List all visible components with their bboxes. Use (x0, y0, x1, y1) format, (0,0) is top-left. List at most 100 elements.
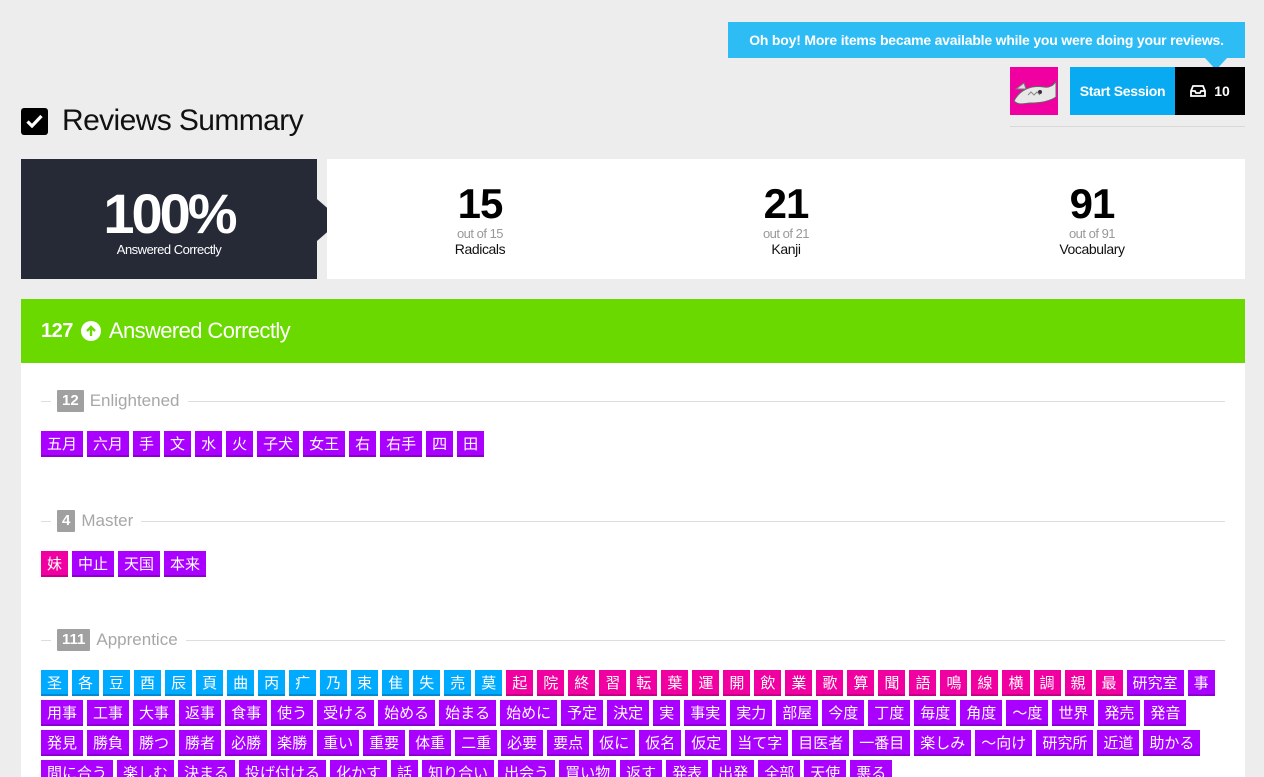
vocabulary-item[interactable]: 右 (349, 431, 377, 457)
review-queue-button[interactable]: 10 (1175, 67, 1245, 115)
radical-item[interactable]: 辰 (165, 670, 193, 696)
vocabulary-item[interactable]: 出会う (498, 760, 556, 777)
radical-item[interactable]: 各 (72, 670, 100, 696)
vocabulary-item[interactable]: 本来 (164, 551, 207, 577)
vocabulary-item[interactable]: 勝負 (87, 730, 130, 756)
kanji-item[interactable]: 院 (537, 670, 565, 696)
vocabulary-item[interactable]: 実 (653, 700, 681, 726)
vocabulary-item[interactable]: 化かす (330, 760, 388, 777)
vocabulary-item[interactable]: 食事 (225, 700, 268, 726)
vocabulary-item[interactable]: 助かる (1143, 730, 1201, 756)
radical-item[interactable]: 酉 (134, 670, 162, 696)
vocabulary-item[interactable]: 工事 (87, 700, 130, 726)
vocabulary-item[interactable]: 始まる (439, 700, 497, 726)
vocabulary-item[interactable]: 毎度 (914, 700, 957, 726)
vocabulary-item[interactable]: 発表 (666, 760, 709, 777)
kanji-item[interactable]: 歌 (816, 670, 844, 696)
radical-item[interactable]: 曲 (227, 670, 255, 696)
vocabulary-item[interactable]: 買い物 (559, 760, 617, 777)
radical-item[interactable]: 失 (413, 670, 441, 696)
vocabulary-item[interactable]: 必勝 (225, 730, 268, 756)
vocabulary-item[interactable]: 間に合う (41, 760, 114, 777)
radical-item[interactable]: 圣 (41, 670, 69, 696)
vocabulary-item[interactable]: 大事 (133, 700, 176, 726)
vocabulary-item[interactable]: 目医者 (792, 730, 850, 756)
vocabulary-item[interactable]: 火 (226, 431, 254, 457)
vocabulary-item[interactable]: 六月 (87, 431, 130, 457)
answered-correctly-header[interactable]: 127 Answered Correctly (21, 299, 1245, 363)
vocabulary-item[interactable]: 右手 (380, 431, 423, 457)
kanji-item[interactable]: 最 (1095, 670, 1123, 696)
vocabulary-item[interactable]: 天国 (118, 551, 161, 577)
kanji-item[interactable]: 語 (909, 670, 937, 696)
kanji-item[interactable]: 線 (971, 670, 999, 696)
vocabulary-item[interactable]: 田 (457, 431, 485, 457)
vocabulary-item[interactable]: 勝者 (179, 730, 222, 756)
kanji-item[interactable]: 調 (1033, 670, 1061, 696)
vocabulary-item[interactable]: 投げ付ける (239, 760, 327, 777)
vocabulary-item[interactable]: 事 (1187, 670, 1215, 696)
kanji-item[interactable]: 業 (785, 670, 813, 696)
kanji-item[interactable]: 起 (506, 670, 534, 696)
vocabulary-item[interactable]: 悪る (850, 760, 893, 777)
radical-item[interactable]: 売 (444, 670, 472, 696)
kanji-item[interactable]: 妹 (41, 551, 69, 577)
vocabulary-item[interactable]: 発音 (1144, 700, 1187, 726)
kanji-item[interactable]: 飲 (754, 670, 782, 696)
vocabulary-item[interactable]: 要点 (547, 730, 590, 756)
kanji-item[interactable]: 親 (1064, 670, 1092, 696)
vocabulary-item[interactable]: 始める (378, 700, 436, 726)
vocabulary-item[interactable]: 楽しむ (117, 760, 175, 777)
radical-item[interactable]: 豆 (103, 670, 131, 696)
kanji-item[interactable]: 横 (1002, 670, 1030, 696)
vocabulary-item[interactable]: 事実 (684, 700, 727, 726)
vocabulary-item[interactable]: 天使 (804, 760, 847, 777)
kanji-item[interactable]: 開 (723, 670, 751, 696)
vocabulary-item[interactable]: 研究所 (1036, 730, 1094, 756)
vocabulary-item[interactable]: 仮定 (685, 730, 728, 756)
radical-item[interactable]: 束 (351, 670, 379, 696)
vocabulary-item[interactable]: 話 (391, 760, 419, 777)
vocabulary-item[interactable]: 発見 (41, 730, 84, 756)
vocabulary-item[interactable]: 始めに (500, 700, 558, 726)
vocabulary-item[interactable]: 重要 (363, 730, 406, 756)
vocabulary-item[interactable]: 当て字 (731, 730, 789, 756)
vocabulary-item[interactable]: 勝つ (133, 730, 176, 756)
vocabulary-item[interactable]: 丁度 (868, 700, 911, 726)
vocabulary-item[interactable]: 受ける (317, 700, 375, 726)
vocabulary-item[interactable]: 〜度 (1006, 700, 1049, 726)
vocabulary-item[interactable]: 今度 (822, 700, 865, 726)
avatar[interactable] (1010, 67, 1058, 115)
radical-item[interactable]: 莫 (475, 670, 503, 696)
vocabulary-item[interactable]: 予定 (561, 700, 604, 726)
radical-item[interactable]: 頁 (196, 670, 224, 696)
vocabulary-item[interactable]: 発売 (1098, 700, 1141, 726)
vocabulary-item[interactable]: 重い (317, 730, 360, 756)
vocabulary-item[interactable]: 仮に (593, 730, 636, 756)
vocabulary-item[interactable]: 二重 (455, 730, 498, 756)
vocabulary-item[interactable]: 〜向け (975, 730, 1033, 756)
radical-item[interactable]: 隹 (382, 670, 410, 696)
vocabulary-item[interactable]: 実力 (730, 700, 773, 726)
radical-item[interactable]: 乃 (320, 670, 348, 696)
vocabulary-item[interactable]: 近道 (1097, 730, 1140, 756)
vocabulary-item[interactable]: 五月 (41, 431, 84, 457)
vocabulary-item[interactable]: 返事 (179, 700, 222, 726)
vocabulary-item[interactable]: 女王 (303, 431, 346, 457)
vocabulary-item[interactable]: 楽しみ (914, 730, 972, 756)
vocabulary-item[interactable]: 一番目 (853, 730, 911, 756)
vocabulary-item[interactable]: 楽勝 (271, 730, 314, 756)
vocabulary-item[interactable]: 部屋 (776, 700, 819, 726)
vocabulary-item[interactable]: 体重 (409, 730, 452, 756)
vocabulary-item[interactable]: 四 (426, 431, 454, 457)
vocabulary-item[interactable]: 中止 (72, 551, 115, 577)
vocabulary-item[interactable]: 決定 (607, 700, 650, 726)
kanji-item[interactable]: 鳴 (940, 670, 968, 696)
vocabulary-item[interactable]: 水 (195, 431, 223, 457)
vocabulary-item[interactable]: 子犬 (257, 431, 300, 457)
vocabulary-item[interactable]: 研究室 (1126, 670, 1184, 696)
vocabulary-item[interactable]: 文 (164, 431, 192, 457)
kanji-item[interactable]: 聞 (878, 670, 906, 696)
vocabulary-item[interactable]: 決まる (178, 760, 236, 777)
vocabulary-item[interactable]: 必要 (501, 730, 544, 756)
